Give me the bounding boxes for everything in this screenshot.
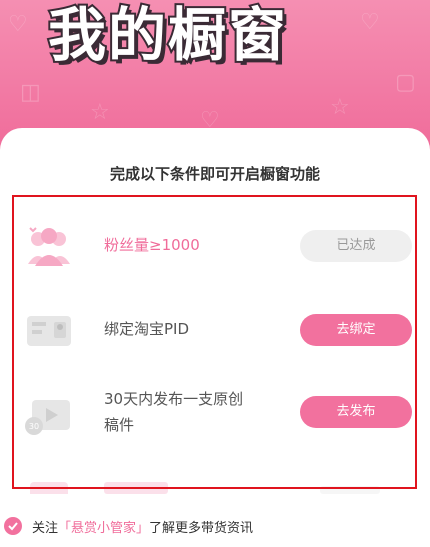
pattern-box-icon: ▢ (395, 70, 416, 95)
account-link[interactable]: 「悬赏小管家」 (58, 517, 149, 536)
card-title: 完成以下条件即可开启橱窗功能 (109, 165, 320, 183)
pattern-star-icon: ☆ (90, 100, 110, 125)
pattern-heart-icon: ♡ (360, 10, 380, 35)
highlight-box (12, 195, 417, 489)
footer-prefix: 关注 (32, 520, 59, 536)
banner-title: 我的橱窗 (46, 0, 289, 71)
pattern-bag-icon: ◫ (20, 80, 41, 105)
follow-footer[interactable]: 关注 「悬赏小管家」 了解更多带货资讯 (4, 514, 253, 538)
pattern-heart-icon: ♡ (8, 12, 28, 37)
check-icon[interactable] (4, 517, 22, 535)
footer-suffix: 了解更多带货资讯 (149, 520, 254, 536)
conditions-card: 完成以下条件即可开启橱窗功能 粉丝量≥1000 已达成 绑定淘宝PID 去绑定 … (0, 128, 430, 547)
pattern-star-icon: ☆ (330, 95, 350, 120)
